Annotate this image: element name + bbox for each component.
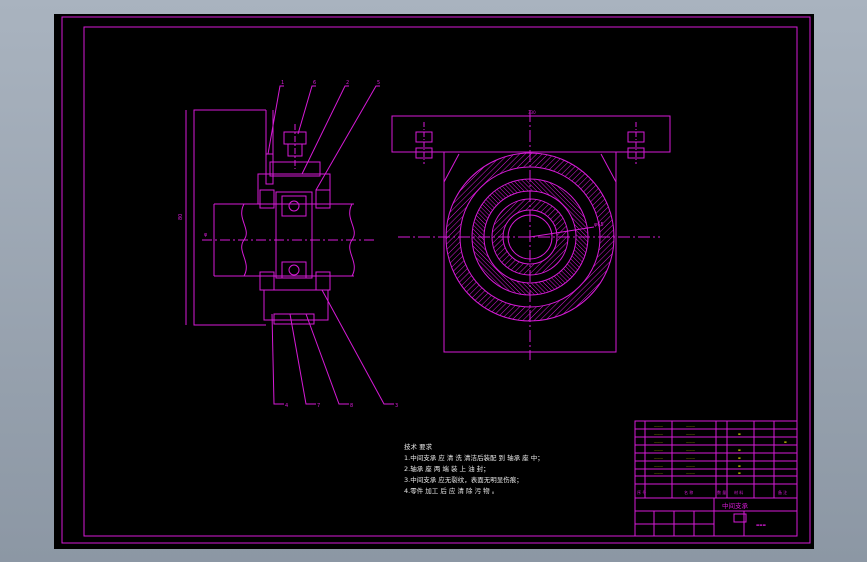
tech-req-item: 4.零件 加工 后 应 清 除 污 物 。 (404, 486, 498, 495)
part-name: 中间支承 (722, 501, 749, 510)
header-qty: 数 量 (717, 489, 726, 495)
header-name: 名 称 (684, 489, 693, 495)
svg-text:———: ——— (686, 464, 695, 468)
svg-text:———: ——— (654, 464, 663, 468)
svg-text:———: ——— (686, 448, 695, 452)
svg-text:———: ——— (654, 448, 663, 452)
header-remarks: 备 注 (778, 489, 787, 495)
svg-text:▬: ▬ (738, 448, 741, 452)
svg-text:▬: ▬ (738, 456, 741, 460)
svg-text:▬: ▬ (738, 471, 741, 475)
svg-text:———: ——— (686, 456, 695, 460)
cad-viewport[interactable]: 1 6 2 5 4 7 8 3 80 φ φ65 330 技术 要求 1.中间支… (54, 14, 814, 549)
svg-text:———: ——— (686, 440, 695, 444)
tech-req-item: 3.中间支承 应无裂纹，表面无明显伤痕； (404, 475, 523, 484)
svg-text:———: ——— (654, 424, 663, 428)
tech-req-item: 2.轴承 座 两 端 装 上 油 封； (404, 464, 490, 473)
svg-text:▬: ▬ (738, 432, 741, 436)
side-section-view: 1 6 2 5 4 7 8 3 80 φ (178, 80, 398, 409)
svg-text:———: ——— (686, 471, 695, 475)
svg-text:———: ——— (654, 471, 663, 475)
header-seq: 序 号 (637, 489, 646, 495)
svg-text:2: 2 (346, 80, 349, 86)
svg-text:5: 5 (377, 80, 380, 86)
svg-text:———: ——— (686, 432, 695, 436)
svg-text:7: 7 (317, 403, 320, 409)
tech-req-item: 1.中间支承 应 清 洗 清洁后装配 到 轴承 座 中； (404, 453, 544, 462)
header-material: 材 料 (734, 489, 743, 495)
svg-text:φ: φ (204, 232, 208, 238)
svg-text:▬▬▬: ▬▬▬ (756, 523, 766, 527)
svg-text:———: ——— (654, 456, 663, 460)
svg-text:———: ——— (686, 424, 695, 428)
svg-text:3: 3 (395, 403, 398, 409)
svg-text:4: 4 (285, 403, 288, 409)
svg-text:———: ——— (654, 432, 663, 436)
svg-text:▬: ▬ (784, 440, 787, 444)
technical-requirements: 技术 要求 1.中间支承 应 清 洗 清洁后装配 到 轴承 座 中； 2.轴承 … (404, 442, 544, 495)
svg-text:φ65: φ65 (594, 222, 604, 228)
svg-text:80: 80 (178, 214, 184, 220)
front-view: φ65 330 (391, 110, 671, 360)
svg-text:———: ——— (654, 440, 663, 444)
svg-text:8: 8 (350, 403, 353, 409)
tech-req-heading: 技术 要求 (404, 442, 433, 451)
svg-text:1: 1 (281, 80, 284, 86)
svg-text:330: 330 (528, 110, 536, 115)
title-block: ——— ——— ——— ——— ——— ——— ——— ——— ——— ——— ——— ——… (634, 420, 798, 537)
svg-text:▬: ▬ (738, 464, 741, 468)
svg-text:6: 6 (313, 80, 316, 86)
